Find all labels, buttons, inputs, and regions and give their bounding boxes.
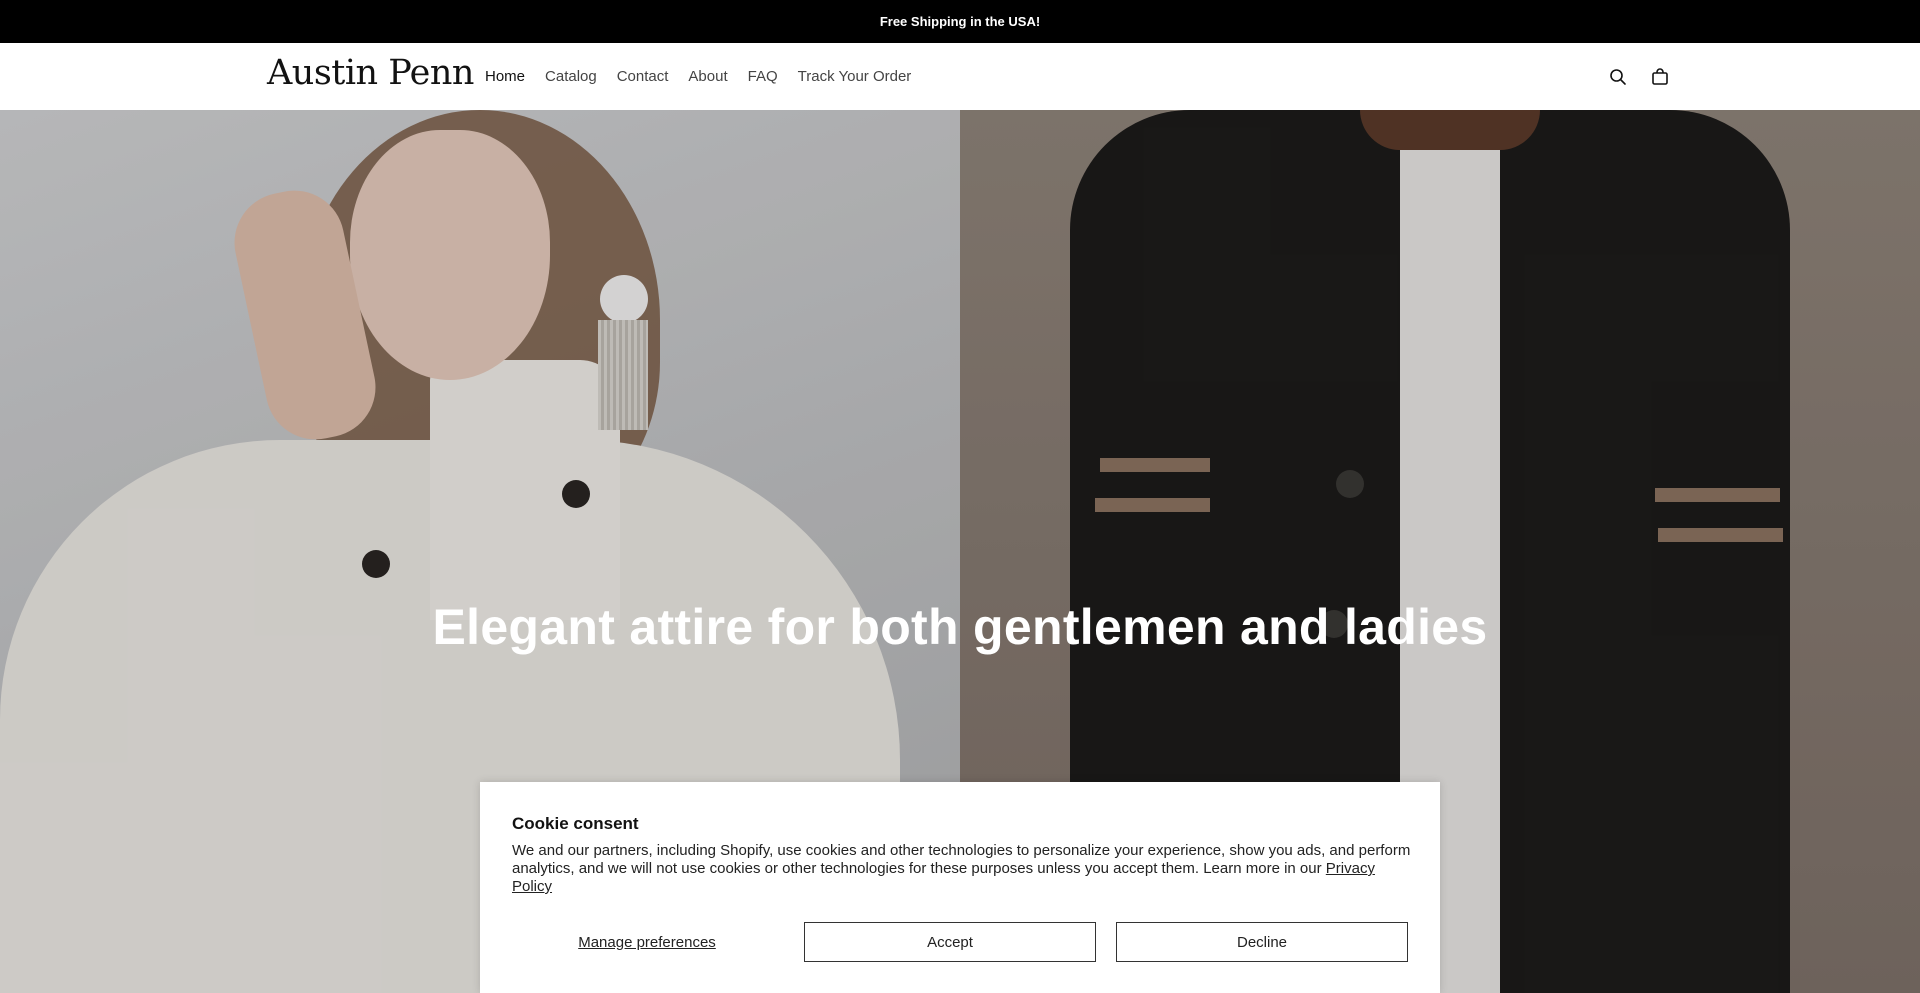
nav-catalog[interactable]: Catalog	[545, 68, 597, 85]
decline-button[interactable]: Decline	[1116, 922, 1408, 962]
nav-contact[interactable]: Contact	[617, 68, 669, 85]
site-header: Austin Penn Home Catalog Contact About F…	[0, 43, 1920, 110]
nav-about[interactable]: About	[688, 68, 727, 85]
nav-home[interactable]: Home	[485, 68, 525, 85]
announcement-text: Free Shipping in the USA!	[879, 14, 1041, 29]
cookie-description: We and our partners, including Shopify, …	[512, 842, 1411, 877]
cookie-consent-dialog: Cookie consent We and our partners, incl…	[480, 782, 1440, 993]
search-icon[interactable]	[1608, 67, 1628, 87]
accept-button[interactable]: Accept	[804, 922, 1096, 962]
nav-track-order[interactable]: Track Your Order	[798, 68, 912, 85]
header-icons	[1608, 43, 1670, 110]
manage-preferences-button[interactable]: Manage preferences	[512, 922, 782, 962]
main-nav: Home Catalog Contact About FAQ Track You…	[485, 43, 931, 110]
site-logo[interactable]: Austin Penn	[267, 53, 474, 93]
cart-icon[interactable]	[1650, 67, 1670, 87]
nav-faq[interactable]: FAQ	[748, 68, 778, 85]
announcement-bar: Free Shipping in the USA!	[0, 0, 1920, 43]
cookie-text: We and our partners, including Shopify, …	[512, 842, 1412, 896]
cookie-actions: Manage preferences Accept Decline	[512, 922, 1408, 962]
hero-title: Elegant attire for both gentlemen and la…	[432, 599, 1488, 655]
cookie-title: Cookie consent	[512, 814, 639, 833]
